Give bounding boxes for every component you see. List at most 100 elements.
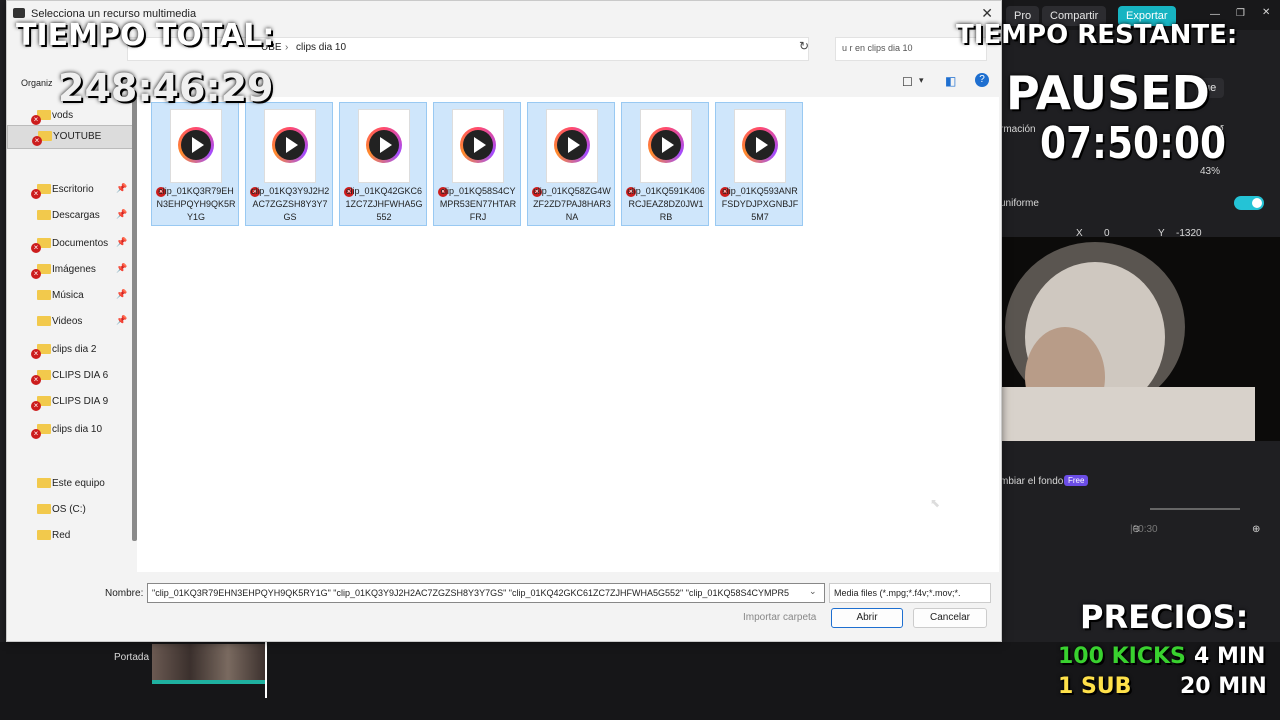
nav-item-label: Documentos bbox=[52, 238, 109, 249]
nav-item[interactable]: × Documentos 📌 bbox=[7, 233, 131, 255]
folder-icon bbox=[37, 316, 51, 326]
refresh-icon[interactable]: ↻ bbox=[799, 39, 809, 53]
sync-error-icon: × bbox=[31, 115, 41, 125]
file-tile[interactable]: × clip_01KQ3Y9J2H2AC7ZGZSH8Y3Y7GS bbox=[245, 102, 333, 226]
file-tile[interactable]: × clip_01KQ42GKC61ZC7ZJHFWHA5G552 bbox=[339, 102, 427, 226]
file-name: clip_01KQ3Y9J2H2AC7ZGZSH8Y3Y7GS bbox=[250, 186, 330, 222]
nav-item-label: Este equipo bbox=[52, 478, 105, 489]
timeline-timecode: |00:30 bbox=[1130, 524, 1158, 535]
nav-item-label: Escritorio bbox=[52, 184, 94, 195]
uniform-scale-label: uniforme bbox=[1000, 198, 1039, 209]
file-name: clip_01KQ58ZG4WZF2ZD7PAJ8HAR3NA bbox=[533, 186, 611, 222]
folder-icon bbox=[37, 210, 51, 220]
price-kicks-item: 100 KICKS bbox=[1058, 644, 1186, 669]
playhead[interactable] bbox=[265, 642, 267, 698]
file-list: × clip_01KQ3R79EHN3EHPQYH9QK5RY1G × clip_01… bbox=[137, 97, 999, 572]
navigation-pane: × vods × YOUTUBE × Escritorio 📌 Descargas 📌 × Docu… bbox=[7, 97, 137, 572]
nav-item[interactable]: Música 📌 bbox=[7, 285, 131, 307]
pin-icon: 📌 bbox=[116, 183, 128, 193]
nav-item[interactable]: × Escritorio 📌 bbox=[7, 179, 131, 201]
filename-dropdown-icon[interactable]: ⌄ bbox=[809, 586, 817, 597]
nav-item[interactable]: × CLIPS DIA 9 bbox=[7, 391, 131, 413]
nav-item[interactable]: Videos 📌 bbox=[7, 311, 131, 333]
play-icon bbox=[554, 127, 590, 163]
sync-error-icon: × bbox=[31, 429, 41, 439]
cancel-button[interactable]: Cancelar bbox=[913, 608, 987, 628]
nav-item[interactable]: × YOUTUBE bbox=[7, 125, 133, 149]
file-tile[interactable]: × clip_01KQ58S4CYMPR53EN77HTARFRJ bbox=[433, 102, 521, 226]
file-type-select[interactable]: Media files (*.mpg;*.f4v;*.mov;*. bbox=[829, 583, 991, 603]
view-icon[interactable]: ☐ bbox=[902, 75, 913, 89]
breadcrumb-separator-icon: › bbox=[285, 42, 289, 53]
timeline-clip[interactable] bbox=[152, 644, 266, 684]
play-icon bbox=[178, 127, 214, 163]
file-tile[interactable]: × clip_01KQ593ANRFSDYDJPXGNBJF5M7 bbox=[715, 102, 803, 226]
play-icon bbox=[272, 127, 308, 163]
prices-label: PRECIOS: bbox=[1080, 598, 1249, 636]
close-window-icon[interactable]: ✕ bbox=[1262, 7, 1270, 18]
zoom-in-icon[interactable]: ⊕ bbox=[1252, 524, 1260, 535]
nav-item[interactable]: OS (C:) bbox=[7, 499, 131, 521]
organize-button[interactable]: Organiz bbox=[21, 78, 53, 88]
view-dropdown-icon[interactable]: ▾ bbox=[919, 75, 924, 86]
nav-item-label: Música bbox=[52, 290, 84, 301]
folder-icon bbox=[37, 504, 51, 514]
nav-item-label: Imágenes bbox=[52, 264, 96, 275]
total-time-value: 248:46:29 bbox=[58, 66, 274, 110]
open-button[interactable]: Abrir bbox=[831, 608, 903, 628]
search-placeholder: u r en clips dia 10 bbox=[842, 43, 913, 53]
app-icon bbox=[13, 8, 25, 18]
play-icon bbox=[460, 127, 496, 163]
sync-error-icon: × bbox=[31, 375, 41, 385]
nav-item-label: Descargas bbox=[52, 210, 100, 221]
import-folder-button[interactable]: Importar carpeta bbox=[743, 612, 816, 623]
nav-item[interactable]: × clips dia 2 bbox=[7, 339, 131, 361]
folder-icon bbox=[37, 478, 51, 488]
file-name: clip_01KQ58S4CYMPR53EN77HTARFRJ bbox=[439, 186, 517, 222]
file-name: clip_01KQ3R79EHN3EHPQYH9QK5RY1G bbox=[156, 186, 236, 222]
filename-label: Nombre: bbox=[105, 588, 144, 599]
file-tile[interactable]: × clip_01KQ3R79EHN3EHPQYH9QK5RY1G bbox=[151, 102, 239, 226]
paused-status: PAUSED bbox=[1006, 66, 1210, 120]
pin-icon: 📌 bbox=[116, 209, 128, 219]
play-icon bbox=[742, 127, 778, 163]
breadcrumb-current[interactable]: clips dia 10 bbox=[296, 42, 346, 53]
pin-icon: 📌 bbox=[116, 237, 128, 247]
nav-item-label: Videos bbox=[52, 316, 83, 327]
uniform-scale-toggle[interactable] bbox=[1234, 196, 1264, 210]
nav-item-label: CLIPS DIA 6 bbox=[52, 370, 109, 381]
sync-error-icon: × bbox=[31, 269, 41, 279]
nav-item-label: vods bbox=[52, 110, 74, 121]
folder-icon bbox=[37, 290, 51, 300]
file-name: clip_01KQ593ANRFSDYDJPXGNBJF5M7 bbox=[721, 186, 799, 222]
sync-error-icon: × bbox=[31, 349, 41, 359]
play-icon bbox=[366, 127, 402, 163]
nav-item-label: Red bbox=[52, 530, 71, 541]
nav-item-label: clips dia 2 bbox=[52, 344, 97, 355]
sync-error-icon: × bbox=[32, 136, 42, 146]
price-kicks-value: 4 MIN bbox=[1194, 644, 1266, 669]
pin-icon: 📌 bbox=[116, 263, 128, 273]
minimize-icon[interactable]: — bbox=[1210, 9, 1220, 20]
file-tile[interactable]: × clip_01KQ591K406RCJEAZ8DZ0JW1RB bbox=[621, 102, 709, 226]
timeline-zoom-slider[interactable] bbox=[1150, 508, 1240, 510]
nav-item[interactable]: Red bbox=[7, 525, 131, 547]
help-icon[interactable]: ? bbox=[975, 73, 989, 87]
filename-input[interactable]: "clip_01KQ3R79EHN3EHPQYH9QK5RY1G" "clip_… bbox=[147, 583, 825, 603]
nav-item-label: OS (C:) bbox=[52, 504, 86, 515]
nav-item[interactable]: × clips dia 10 bbox=[7, 419, 131, 441]
maximize-icon[interactable]: ❐ bbox=[1236, 8, 1245, 19]
transform-label: rmación bbox=[1000, 124, 1036, 135]
sync-error-icon: × bbox=[31, 243, 41, 253]
preview-pane-icon[interactable]: ◧ bbox=[945, 74, 956, 88]
nav-item[interactable]: × CLIPS DIA 6 bbox=[7, 365, 131, 387]
nav-item[interactable]: × Imágenes 📌 bbox=[7, 259, 131, 281]
nav-item[interactable]: Descargas 📌 bbox=[7, 205, 131, 227]
file-tile[interactable]: × clip_01KQ58ZG4WZF2ZD7PAJ8HAR3NA bbox=[527, 102, 615, 226]
price-sub-item: 1 SUB bbox=[1058, 674, 1132, 699]
nav-item-label: clips dia 10 bbox=[52, 424, 103, 435]
cover-label[interactable]: Portada bbox=[114, 652, 149, 663]
play-icon bbox=[648, 127, 684, 163]
nav-item[interactable]: Este equipo bbox=[7, 473, 131, 495]
folder-icon bbox=[37, 530, 51, 540]
